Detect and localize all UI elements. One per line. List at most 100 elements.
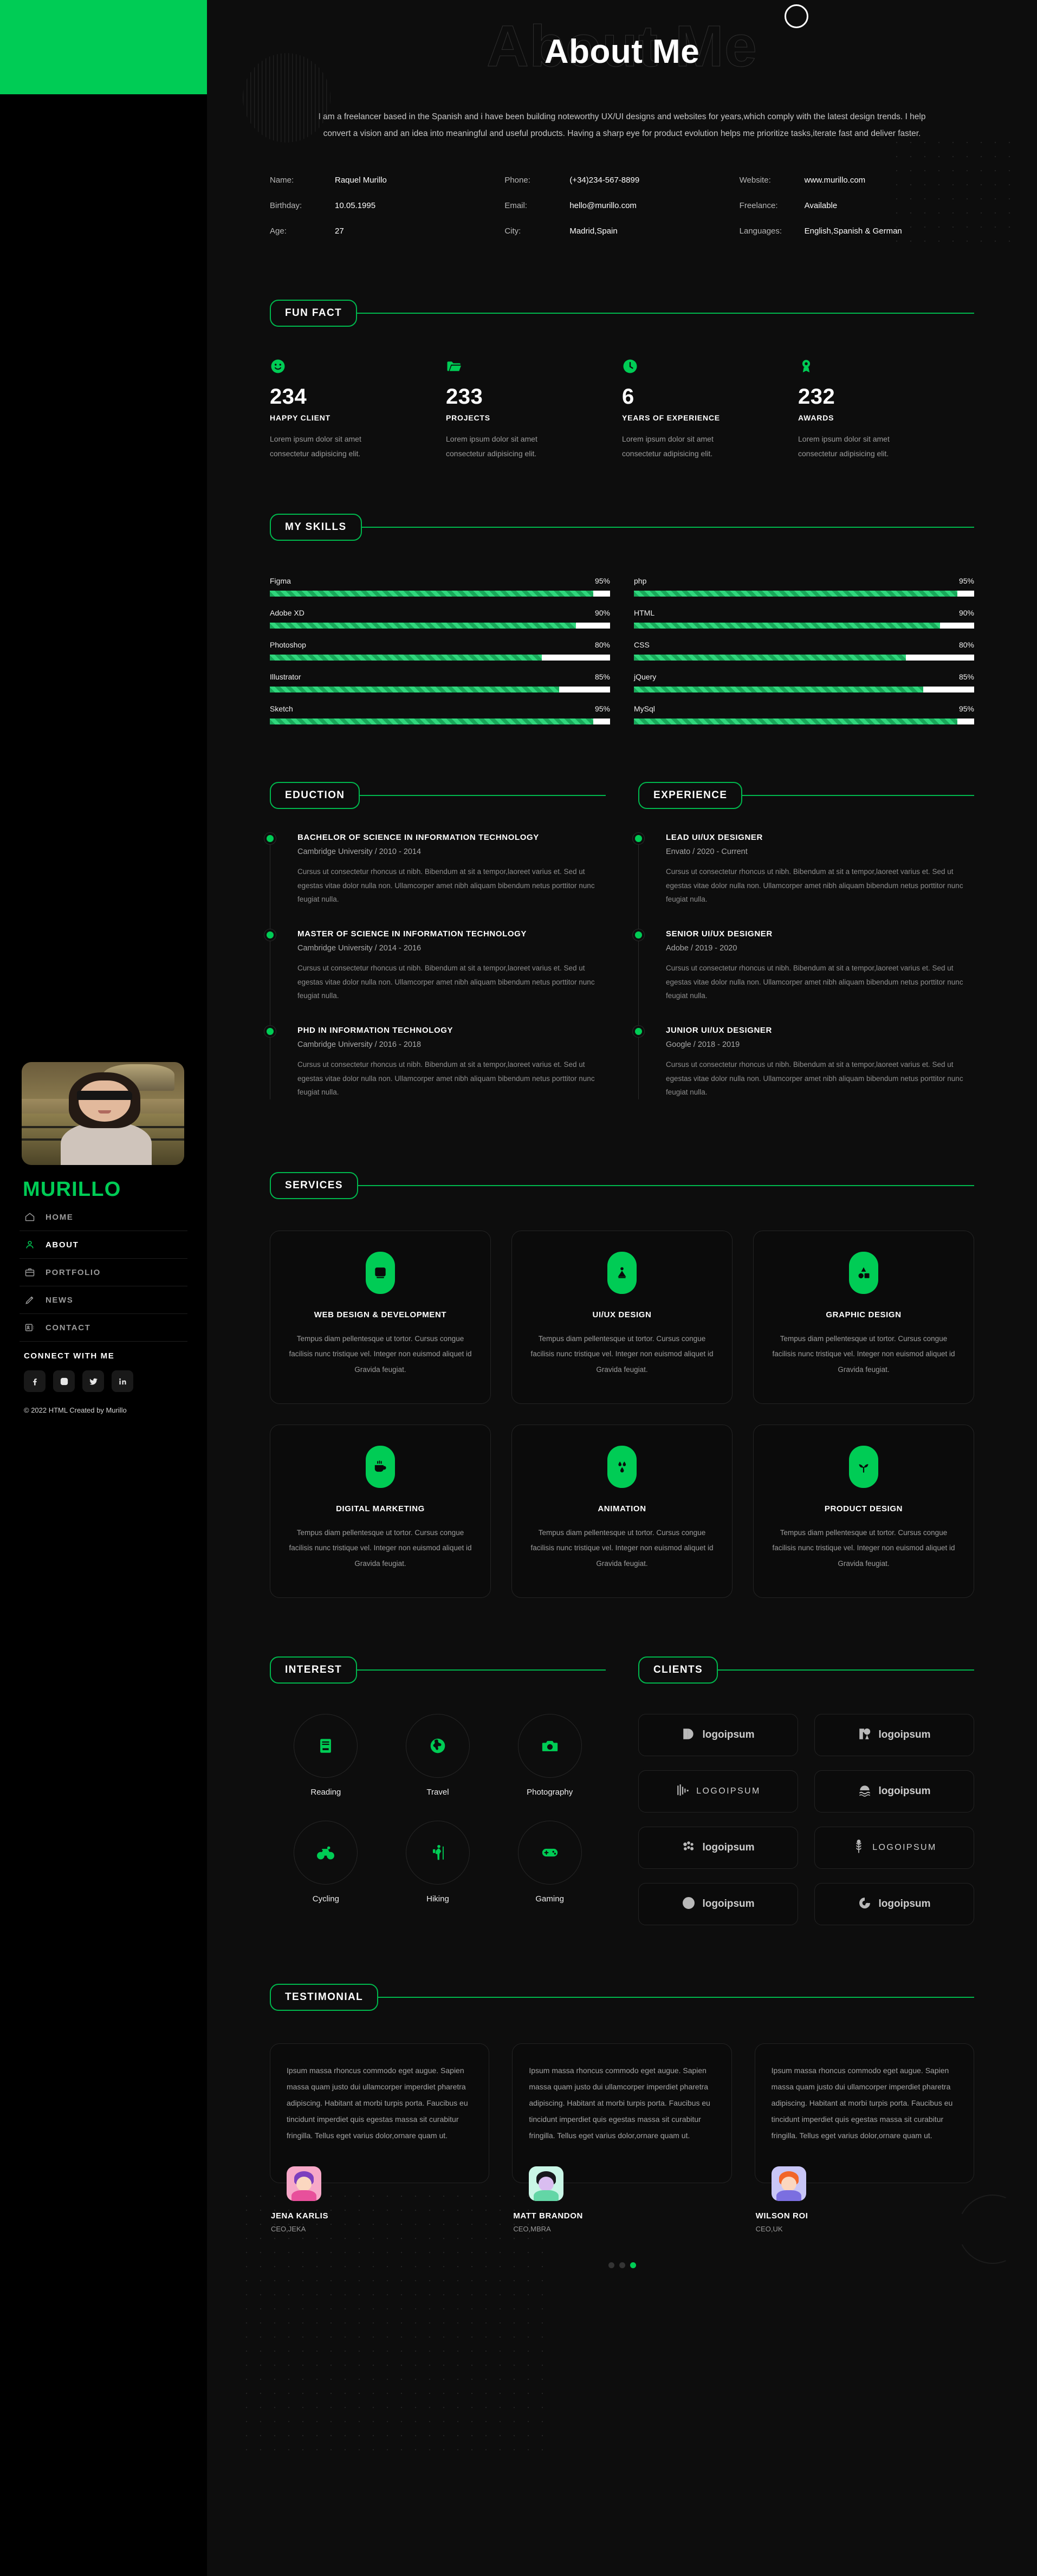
avatar (22, 1062, 184, 1165)
sidebar-item-portfolio[interactable]: PORTFOLIO (20, 1259, 187, 1286)
timeline-subtitle: Cambridge University / 2014 - 2016 (297, 944, 422, 953)
section-title: CLIENTS (638, 1656, 718, 1684)
timeline-item: LEAD UI/UX DESIGNER Envato / 2020 - Curre… (635, 833, 974, 907)
service-card[interactable]: WEB DESIGN & DEVELOPMENT Tempus diam pel… (270, 1230, 491, 1404)
pac-circle-mark-icon (858, 1896, 872, 1913)
education-column: EDUCTION BACHELOR OF SCIENCE IN INFORMAT… (267, 782, 606, 1122)
sidebar-item-news[interactable]: NEWS (20, 1286, 187, 1314)
sidebar-item-home[interactable]: HOME (20, 1203, 187, 1231)
service-card[interactable]: ANIMATION Tempus diam pellentesque ut to… (511, 1424, 733, 1598)
skill-percent: 95% (958, 704, 974, 714)
info-key: Birthday: (270, 201, 302, 210)
section-rule (358, 527, 974, 528)
section-title: EXPERIENCE (638, 782, 743, 810)
service-card[interactable]: DIGITAL MARKETING Tempus diam pellentesq… (270, 1424, 491, 1598)
sidebar-item-contact[interactable]: CONTACT (20, 1314, 187, 1342)
interest-item: Travel (382, 1714, 494, 1797)
fun-fact-number: 232 (798, 385, 835, 409)
testimonial-role: CEO,UK (755, 2225, 783, 2234)
client-card[interactable]: logoipsum (638, 1883, 798, 1926)
brand-color-block (0, 0, 207, 94)
service-title: ANIMATION (598, 1504, 646, 1513)
skill-item: MySql 95% (634, 704, 974, 725)
skill-percent: 80% (958, 640, 974, 650)
client-name: logoipsum (702, 1729, 755, 1741)
linkedin-icon[interactable] (112, 1370, 133, 1392)
fun-fact-label: AWARDS (798, 413, 834, 422)
carousel-dot[interactable] (608, 2262, 614, 2269)
sidebar-item-label: PORTFOLIO (46, 1267, 101, 1277)
testimonial-card: Ipsum massa rhoncus commodo eget augue. … (754, 2043, 974, 2202)
service-title: DIGITAL MARKETING (336, 1504, 425, 1513)
timeline-item: BACHELOR OF SCIENCE IN INFORMATION TECHN… (267, 833, 606, 907)
interest-label: Reading (310, 1788, 341, 1797)
fun-fact-number: 233 (446, 385, 483, 409)
section-rule (739, 795, 974, 797)
skill-item: Sketch 95% (270, 704, 610, 725)
info-value: www.murillo.com (804, 176, 866, 185)
book-icon (294, 1714, 358, 1778)
client-card[interactable]: logoipsum (638, 1714, 798, 1757)
section-header: EDUCTION (270, 782, 606, 810)
shapes-icon (849, 1251, 878, 1294)
service-card[interactable]: UI/UX DESIGN Tempus diam pellentesque ut… (511, 1230, 733, 1404)
skill-name: Photoshop (270, 640, 306, 650)
skill-bar-fill (634, 687, 923, 693)
skill-percent: 90% (594, 609, 610, 618)
section-rule (357, 795, 606, 797)
testimonial-item: Ipsum massa rhoncus commodo eget augue. … (512, 2043, 732, 2233)
testimonial-name: WILSON ROI (755, 2211, 808, 2221)
fun-fact-text: Lorem ipsum dolor sit amet consectetur a… (798, 435, 890, 458)
interest-column: INTEREST Reading Travel Photography Cycl… (270, 1656, 606, 1925)
timeline-description: Cursus ut consectetur rhoncus ut nibh. B… (666, 868, 963, 904)
info-key: Phone: (504, 176, 530, 185)
timeline-dot (267, 931, 274, 939)
skill-bar-fill (634, 655, 906, 661)
skill-bar-track (634, 719, 974, 725)
skill-bar-track (270, 591, 610, 597)
timeline-item: MASTER OF SCIENCE IN INFORMATION TECHNOL… (267, 929, 606, 1003)
facebook-icon[interactable] (24, 1370, 46, 1392)
service-card[interactable]: GRAPHIC DESIGN Tempus diam pellentesque … (753, 1230, 974, 1404)
client-card[interactable]: logoipsum (638, 1827, 798, 1869)
client-card[interactable]: LOGOIPSUM (814, 1827, 974, 1869)
client-name: logoipsum (878, 1898, 931, 1910)
carousel-dot[interactable] (630, 2262, 636, 2269)
coffee-cup-icon (366, 1445, 395, 1488)
skill-bar-track (270, 687, 610, 693)
info-row: Age: 27 (270, 226, 504, 236)
timeline-item: PHD IN INFORMATION TECHNOLOGY Cambridge U… (267, 1026, 606, 1099)
client-name: logoipsum (878, 1729, 931, 1741)
client-card[interactable]: LOGOIPSUM (638, 1770, 798, 1813)
interest-label: Gaming (535, 1894, 564, 1904)
fun-fact-number: 6 (622, 385, 634, 409)
timeline-dot (635, 835, 642, 843)
testimonial-item: Ipsum massa rhoncus commodo eget augue. … (270, 2043, 490, 2233)
client-card[interactable]: logoipsum (814, 1770, 974, 1813)
smile-icon (270, 358, 446, 377)
skill-bar-track (634, 591, 974, 597)
client-card[interactable]: logoipsum (814, 1883, 974, 1926)
fun-fact-list: 234 HAPPY CLIENT Lorem ipsum dolor sit a… (270, 358, 974, 461)
client-card[interactable]: logoipsum (814, 1714, 974, 1757)
skill-bar-track (634, 687, 974, 693)
section-title: FUN FACT (270, 300, 358, 327)
hiker-icon (405, 1821, 470, 1885)
timeline-subtitle: Adobe / 2019 - 2020 (666, 944, 737, 953)
carousel-dot[interactable] (619, 2262, 625, 2269)
section-header: SERVICES (270, 1172, 974, 1199)
testimonial-list: Ipsum massa rhoncus commodo eget augue. … (270, 2043, 974, 2233)
skill-bar-track (270, 655, 610, 661)
testimonial-section: TESTIMONIAL Ipsum massa rhoncus commodo … (270, 1984, 974, 2333)
timeline-dot (267, 835, 274, 843)
services-list: WEB DESIGN & DEVELOPMENT Tempus diam pel… (270, 1230, 974, 1598)
fun-fact-label: YEARS OF EXPERIENCE (622, 413, 720, 422)
sidebar-item-about[interactable]: ABOUT (20, 1231, 187, 1259)
pencil-icon (24, 1294, 36, 1306)
interest-item: Photography (494, 1714, 606, 1797)
instagram-icon[interactable] (53, 1370, 75, 1392)
skill-item: jQuery 85% (634, 672, 974, 693)
twitter-icon[interactable] (82, 1370, 104, 1392)
info-value: Raquel Murillo (335, 176, 387, 185)
service-card[interactable]: PRODUCT DESIGN Tempus diam pellentesque … (753, 1424, 974, 1598)
